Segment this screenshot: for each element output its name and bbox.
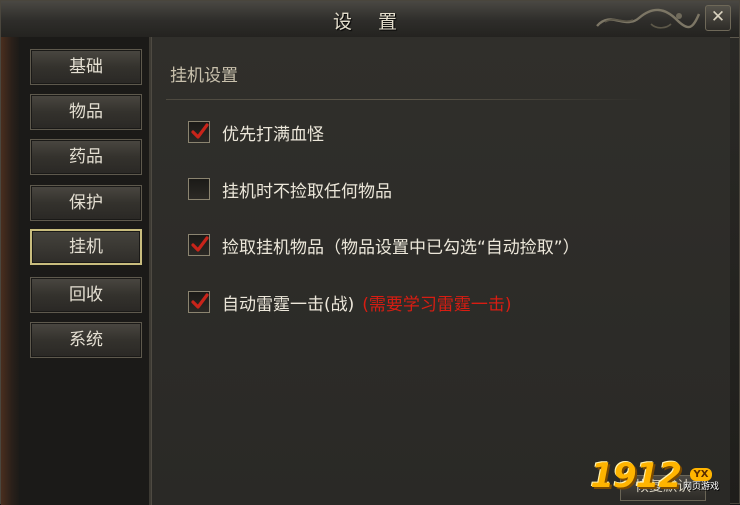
checkbox[interactable] <box>188 178 210 200</box>
watermark-subtitle: 网页游戏 <box>682 482 719 492</box>
option-label: 挂机时不捡取任何物品 <box>222 181 392 202</box>
close-icon: ✕ <box>710 7 726 27</box>
sidebar-item-recycle[interactable]: 回收 <box>30 277 142 313</box>
close-button[interactable]: ✕ <box>705 5 731 31</box>
dragon-ornament-icon <box>596 8 701 29</box>
option-requirement-warning: (需要学习雷霆一击) <box>362 294 512 315</box>
sidebar-item-afk[interactable]: 挂机 <box>30 229 142 265</box>
sidebar-item-items[interactable]: 物品 <box>30 94 142 130</box>
settings-window: 设 置 ✕ 基础 物品 药品 保护 挂机 回收 系统 挂机设置 优先打满血怪 挂… <box>0 0 740 505</box>
option-label: 自动雷霆一击(战) <box>222 294 355 315</box>
watermark-badge: YX <box>689 468 713 481</box>
watermark-side: YX 网页游戏 <box>683 468 719 493</box>
checkbox[interactable] <box>188 121 210 143</box>
title-bar[interactable]: 设 置 ✕ <box>1 1 739 38</box>
checkmark-icon <box>191 236 209 252</box>
section-title: 挂机设置 <box>170 66 238 86</box>
section-divider <box>166 99 644 100</box>
sidebar-item-protection[interactable]: 保护 <box>30 185 142 221</box>
option-label: 捡取挂机物品（物品设置中已勾选“自动捡取”） <box>222 237 580 258</box>
option-priority-full-hp[interactable]: 优先打满血怪 <box>188 119 324 145</box>
option-auto-thunder-strike[interactable]: 自动雷霆一击(战) (需要学习雷霆一击) <box>188 289 512 315</box>
checkbox[interactable] <box>188 291 210 313</box>
sidebar-item-potions[interactable]: 药品 <box>30 139 142 175</box>
left-border-decoration <box>1 37 19 505</box>
option-no-pickup[interactable]: 挂机时不捡取任何物品 <box>188 176 392 202</box>
site-watermark: 1912 YX 网页游戏 <box>590 459 719 493</box>
option-label: 优先打满血怪 <box>222 124 324 145</box>
option-pickup-afk-items[interactable]: 捡取挂机物品（物品设置中已勾选“自动捡取”） <box>188 232 580 258</box>
checkmark-icon <box>191 123 209 139</box>
sidebar-item-system[interactable]: 系统 <box>30 322 142 358</box>
sidebar-item-basic[interactable]: 基础 <box>30 49 142 85</box>
checkmark-icon <box>191 293 209 309</box>
settings-content-panel: 挂机设置 优先打满血怪 挂机时不捡取任何物品 捡取挂机物品（物品设置中已勾选“自… <box>151 37 730 505</box>
settings-sidebar: 基础 物品 药品 保护 挂机 回收 系统 <box>19 37 151 505</box>
watermark-number: 1912 <box>590 456 682 496</box>
checkbox[interactable] <box>188 234 210 256</box>
